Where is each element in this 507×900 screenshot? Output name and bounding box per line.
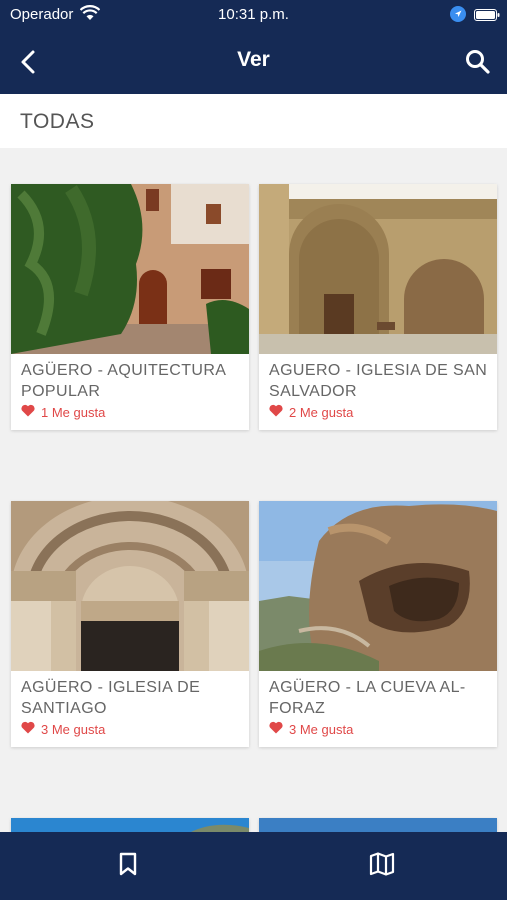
card-image[interactable] bbox=[259, 184, 497, 354]
search-icon bbox=[466, 50, 490, 74]
likes-label: 1 Me gusta bbox=[41, 404, 106, 420]
card-title: AGÜERO - LA CUEVA AL-FORAZ bbox=[269, 679, 466, 717]
place-card[interactable]: AGÜERO - AQUITECTURA POPULAR 1 Me gusta bbox=[11, 184, 249, 430]
heart-icon bbox=[269, 721, 283, 737]
status-bar: Operador 10:31 p.m. bbox=[0, 0, 507, 30]
card-title: AGÜERO - AQUITECTURA POPULAR bbox=[21, 362, 226, 400]
location-icon bbox=[450, 6, 466, 26]
clock: 10:31 p.m. bbox=[218, 6, 289, 23]
tab-bookmarks[interactable] bbox=[116, 850, 140, 878]
place-card[interactable]: AGUERO - IGLESIA DE SAN SALVADOR 2 Me gu… bbox=[259, 184, 497, 430]
tab-bar bbox=[0, 832, 507, 900]
card-likes[interactable]: 1 Me gusta bbox=[21, 404, 105, 420]
card-likes[interactable]: 3 Me gusta bbox=[21, 721, 105, 737]
card-likes[interactable]: 2 Me gusta bbox=[269, 404, 353, 420]
card-image[interactable] bbox=[11, 184, 249, 354]
likes-label: 3 Me gusta bbox=[289, 721, 354, 737]
page-title: Ver bbox=[237, 48, 270, 71]
place-card[interactable]: AGÜERO - IGLESIA DE SANTIAGO 3 Me gusta bbox=[11, 501, 249, 747]
heart-icon bbox=[21, 404, 35, 420]
card-title: AGUERO - IGLESIA DE SAN SALVADOR bbox=[269, 362, 488, 400]
bookmark-icon bbox=[119, 852, 137, 876]
heart-icon bbox=[269, 404, 283, 420]
card-image[interactable] bbox=[11, 501, 249, 671]
likes-label: 3 Me gusta bbox=[41, 721, 106, 737]
card-title: AGÜERO - IGLESIA DE SANTIAGO bbox=[21, 679, 201, 717]
place-card[interactable]: AGÜERO - LA CUEVA AL-FORAZ 3 Me gusta bbox=[259, 501, 497, 747]
card-image[interactable] bbox=[259, 501, 497, 671]
likes-label: 2 Me gusta bbox=[289, 404, 354, 420]
section-title: TODAS bbox=[20, 110, 95, 133]
heart-icon bbox=[21, 721, 35, 737]
tab-map[interactable] bbox=[368, 850, 396, 878]
section-header: TODAS bbox=[0, 94, 507, 148]
search-button[interactable] bbox=[462, 46, 494, 78]
nav-bar: Ver bbox=[0, 30, 507, 94]
battery-icon bbox=[474, 8, 500, 25]
card-likes[interactable]: 3 Me gusta bbox=[269, 721, 353, 737]
map-icon bbox=[369, 852, 395, 876]
